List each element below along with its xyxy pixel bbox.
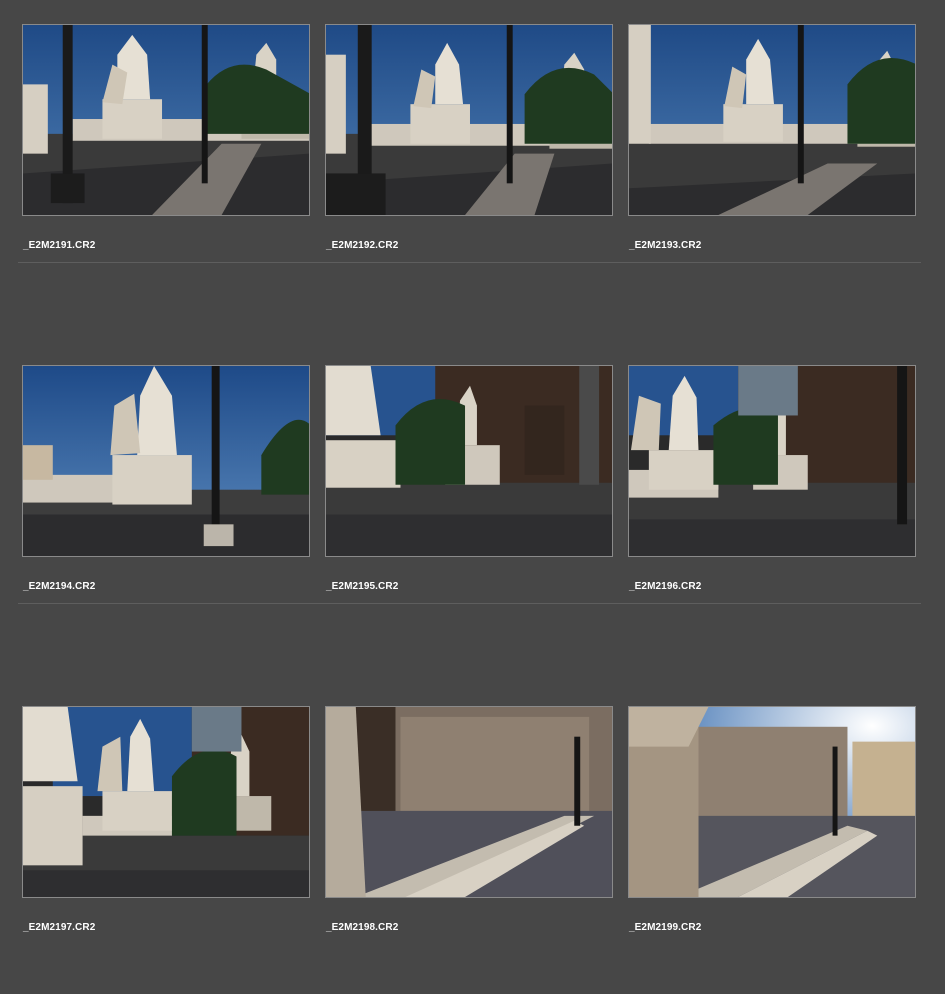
thumbnail-image[interactable] [22,24,310,216]
thumbnail-filename: _E2M2195.CR2 [326,581,399,592]
thumbnail-filename: _E2M2198.CR2 [326,922,399,933]
thumbnail-image[interactable] [628,706,916,898]
thumbnail-image[interactable] [628,24,916,216]
thumbnail-filename: _E2M2194.CR2 [23,581,96,592]
thumbnail-image[interactable] [628,365,916,557]
thumbnail-image[interactable] [325,706,613,898]
thumbnail-cell[interactable]: _E2M2197.CR2 [22,706,322,946]
thumbnail-cell[interactable]: _E2M2193.CR2 [628,24,928,264]
thumbnail-filename: _E2M2196.CR2 [629,581,702,592]
thumbnail-filename: _E2M2192.CR2 [326,240,399,251]
row-divider [18,262,921,263]
thumbnail-image[interactable] [325,24,613,216]
thumbnail-filename: _E2M2199.CR2 [629,922,702,933]
thumbnail-cell[interactable]: _E2M2192.CR2 [325,24,625,264]
thumbnail-grid: _E2M2191.CR2 _E2M2192.CR2 _E2M2193.CR2 _… [0,0,945,994]
thumbnail-filename: _E2M2191.CR2 [23,240,96,251]
row-divider [18,603,921,604]
thumbnail-cell[interactable]: _E2M2198.CR2 [325,706,625,946]
thumbnail-cell[interactable]: _E2M2199.CR2 [628,706,928,946]
thumbnail-cell[interactable]: _E2M2195.CR2 [325,365,625,605]
thumbnail-image[interactable] [22,706,310,898]
thumbnail-filename: _E2M2197.CR2 [23,922,96,933]
thumbnail-cell[interactable]: _E2M2191.CR2 [22,24,322,264]
thumbnail-cell[interactable]: _E2M2194.CR2 [22,365,322,605]
thumbnail-image[interactable] [325,365,613,557]
thumbnail-cell[interactable]: _E2M2196.CR2 [628,365,928,605]
thumbnail-image[interactable] [22,365,310,557]
thumbnail-filename: _E2M2193.CR2 [629,240,702,251]
